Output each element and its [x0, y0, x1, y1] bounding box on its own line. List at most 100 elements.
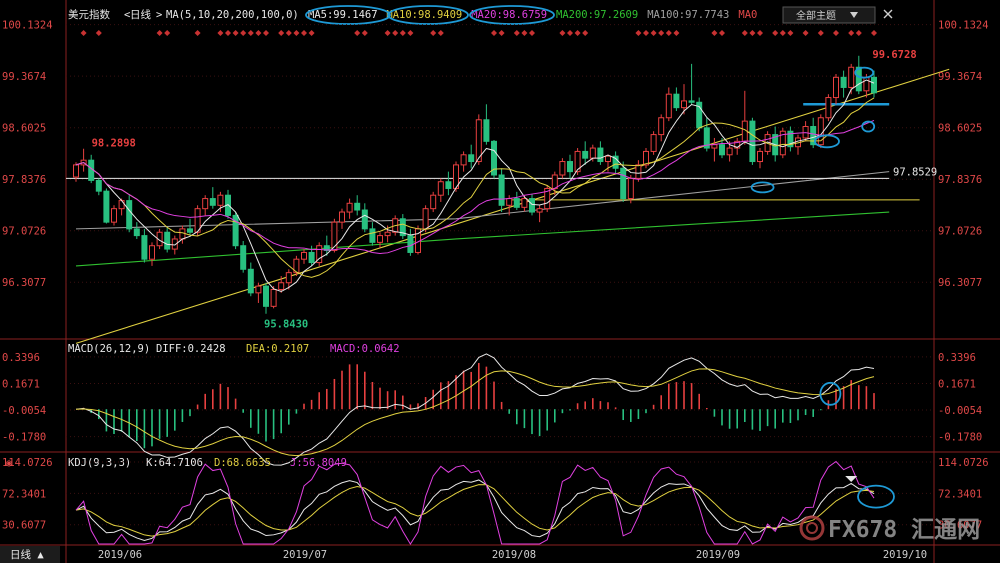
candle-body-6 — [118, 200, 125, 210]
candle-body-26 — [270, 288, 277, 307]
candle-body-68 — [589, 147, 596, 159]
ma-parameter-label: MA(5,10,20,200,100,0) — [166, 9, 299, 21]
ma-value-2: MA20:98.6759 — [471, 9, 547, 21]
ma-value-3: MA200:97.2609 — [556, 9, 638, 21]
candle-body-5 — [111, 208, 117, 223]
candle-body-24 — [255, 285, 262, 294]
date-label-3: 2019/09 — [696, 549, 740, 561]
candle-body-36 — [346, 202, 353, 213]
all-topics-label: 全部主题 — [796, 9, 836, 22]
price-tick-right-3: 97.8376 — [938, 174, 982, 186]
candle-body-54 — [483, 119, 490, 142]
macd-tick-right-3: -0.1780 — [938, 432, 982, 444]
kdj-tick-left-1: 72.3401 — [2, 488, 46, 500]
candle-body-0 — [73, 164, 79, 178]
candle-body-22 — [240, 245, 247, 270]
candle-body-51 — [460, 154, 467, 166]
candle-body-104 — [863, 76, 870, 92]
ma-value-0: MA5:99.1467 — [308, 9, 378, 21]
candle-body-12 — [164, 231, 171, 250]
macd-diff-value: DIFF:0.2428 — [156, 343, 226, 355]
macd-label: MACD(26,12,9) — [68, 343, 150, 355]
macd-dea-value: DEA:0.2107 — [246, 343, 309, 355]
candle-body-59 — [521, 198, 528, 208]
candle-body-14 — [179, 228, 186, 240]
price-tick-right-5: 96.3077 — [938, 277, 982, 289]
macd-tick-left-2: -0.0054 — [2, 405, 46, 417]
ma-value-1: MA10:98.9409 — [386, 9, 462, 21]
candle-body-102 — [848, 66, 855, 88]
low-label: 95.8430 — [264, 319, 308, 331]
candle-body-64 — [559, 161, 566, 176]
price-tick-right-0: 100.1324 — [938, 20, 989, 32]
macd-tick-right-2: -0.0054 — [938, 405, 982, 417]
candle-body-30 — [301, 251, 307, 260]
candle-body-37 — [354, 202, 361, 211]
candle-body-79 — [673, 93, 680, 109]
candle-body-25 — [263, 285, 269, 307]
candle-body-80 — [681, 100, 687, 109]
candle-body-40 — [377, 235, 383, 243]
all-topics-dropdown[interactable]: 全部主题 — [782, 6, 876, 24]
macd-histogram-value: MACD:0.0642 — [330, 343, 400, 355]
price-tick-right-4: 97.0726 — [938, 226, 982, 238]
candlestick-chart: 美元指数 < 日线 > MA(5,10,20,200,100,0) MA5:99… — [0, 0, 1000, 563]
candle-body-58 — [513, 198, 520, 208]
candle-body-35 — [339, 211, 345, 223]
high-label: 99.6728 — [872, 49, 916, 61]
candle-body-74 — [635, 164, 642, 179]
symbol-title: 美元指数 — [68, 8, 110, 21]
period-tab[interactable]: 日线 ▲ — [0, 546, 60, 563]
candle-body-3 — [95, 179, 102, 192]
macd-tick-right-1: 0.1671 — [938, 378, 976, 390]
price-tick-right-1: 99.3674 — [938, 71, 982, 83]
candle-body-27 — [278, 282, 285, 290]
candle-body-31 — [308, 251, 315, 264]
macd-tick-left-3: -0.1780 — [2, 432, 46, 444]
candle-body-67 — [582, 150, 589, 159]
candle-body-61 — [536, 208, 543, 213]
ma-value-4: MA100:97.7743 — [647, 9, 729, 21]
candle-body-103 — [855, 66, 862, 92]
left-peak-label: 98.2898 — [92, 138, 136, 150]
kdj-k-value: K:64.7106 — [146, 457, 203, 469]
candle-body-19 — [217, 194, 224, 206]
macd-tick-left-1: 0.1671 — [2, 378, 40, 390]
kdj-tick-right-0: 114.0726 — [938, 457, 989, 469]
candle-body-44 — [407, 235, 414, 253]
price-tick-left-1: 99.3674 — [2, 71, 46, 83]
candle-body-78 — [665, 93, 672, 119]
candle-body-86 — [726, 147, 733, 156]
candle-body-90 — [757, 150, 763, 163]
price-tick-left-5: 96.3077 — [2, 277, 46, 289]
candle-body-72 — [620, 167, 627, 200]
level-label: 97.8529 — [893, 166, 937, 178]
candle-body-60 — [529, 198, 535, 213]
candle-body-28 — [285, 272, 292, 284]
macd-tick-right-0: 0.3396 — [938, 352, 976, 364]
candle-body-8 — [133, 228, 140, 237]
candle-body-47 — [430, 194, 437, 210]
watermark-text: FX678 汇通网 — [828, 517, 980, 543]
period-label: 日线 — [130, 8, 151, 21]
candle-body-15 — [187, 228, 193, 233]
candle-body-81 — [688, 100, 695, 103]
candle-body-9 — [141, 235, 148, 260]
price-tick-left-2: 98.6025 — [2, 123, 46, 135]
candle-body-49 — [445, 181, 452, 189]
candle-body-57 — [506, 198, 513, 206]
price-tick-right-2: 98.6025 — [938, 123, 982, 135]
candle-body-17 — [202, 198, 209, 210]
date-label-1: 2019/07 — [283, 549, 327, 561]
candle-body-99 — [825, 97, 832, 119]
date-label-2: 2019/08 — [492, 549, 536, 561]
candle-body-69 — [597, 147, 604, 163]
candle-body-48 — [437, 181, 444, 196]
candle-body-7 — [126, 200, 133, 230]
kdj-tick-left-2: 30.6077 — [2, 520, 46, 532]
ma-value-5: MA0 — [738, 9, 757, 21]
candle-body-46 — [422, 208, 429, 230]
candle-body-101 — [840, 76, 847, 88]
kdj-tick-left-0: 114.0726 — [2, 457, 53, 469]
period-tab-label: 日线 ▲ — [10, 548, 44, 561]
